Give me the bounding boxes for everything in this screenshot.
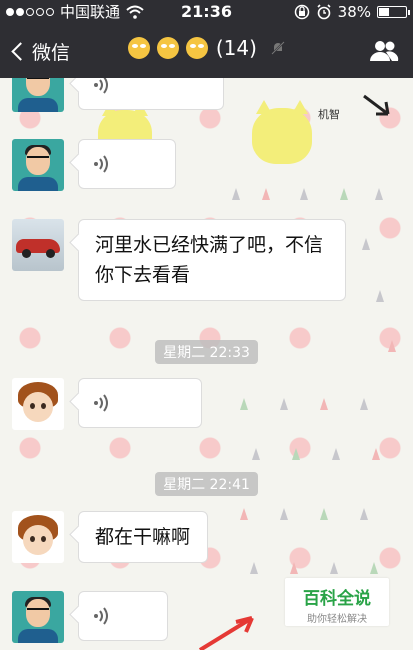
message-row [12,139,176,191]
voice-wave-icon [94,607,108,625]
watermark-title: 百科全说 [303,589,371,609]
watermark-subtitle: 助你轻松解决 [307,614,367,625]
wallpaper-arrow-doodle [363,94,390,116]
voice-wave-icon [94,155,108,173]
text-message-bubble[interactable]: 都在干嘛啊 [78,511,208,563]
message-row [12,591,168,643]
member-count: (14) [215,36,257,60]
wallpaper-cat-sticker [252,100,312,164]
text-message-bubble[interactable]: 河里水已经快满了吧，不信你下去看看 [78,219,346,301]
chat-title: (14) [0,36,413,60]
top-bar: 中国联通 21:36 38% 微信 (14) [0,0,413,78]
voice-message-bubble[interactable] [78,139,176,189]
nav-bar: 微信 (14) [0,26,413,78]
red-car-avatar[interactable] [12,219,64,271]
alarm-icon [317,4,331,20]
chat-timestamp: 星期二 22:41 [0,472,413,496]
boy-avatar[interactable] [12,378,64,430]
voice-message-bubble[interactable] [78,78,224,110]
rolling-eyes-emoji-icon [157,37,180,59]
man-avatar[interactable] [12,139,64,191]
status-right: 38% [294,2,410,22]
wallpaper-sticker-text: 机智 [318,108,340,121]
rolling-eyes-emoji-icon [127,37,150,59]
voice-wave-icon [94,394,108,412]
chat-timestamp: 星期二 22:33 [0,340,413,364]
message-row [12,378,202,430]
chat-area[interactable]: 机智 河里水已经快满了吧，不信你下去看看 星期二 22:33 星期二 22:41… [0,78,413,650]
boy-avatar[interactable] [12,511,64,563]
man-avatar[interactable] [12,78,64,112]
voice-message-bubble[interactable] [78,378,202,428]
mute-bell-icon [271,41,285,55]
watermark-badge: 百科全说 助你轻松解决 [285,578,389,626]
wechat-group-chat-screen: 中国联通 21:36 38% 微信 (14) 机智 河里水已经快满了吧，不信你下… [0,0,413,650]
lock-rotation-icon [294,4,309,20]
battery-percent: 38% [337,3,371,21]
group-members-icon[interactable] [369,40,399,62]
message-row: 河里水已经快满了吧，不信你下去看看 [12,219,346,301]
man-avatar[interactable] [12,591,64,643]
red-annotation-arrow [198,616,254,650]
battery-icon [377,6,410,18]
rolling-eyes-emoji-icon [186,37,209,59]
voice-wave-icon [94,78,108,94]
message-row [12,78,224,112]
message-row: 都在干嘛啊 [12,511,208,563]
voice-message-bubble[interactable] [78,591,168,641]
